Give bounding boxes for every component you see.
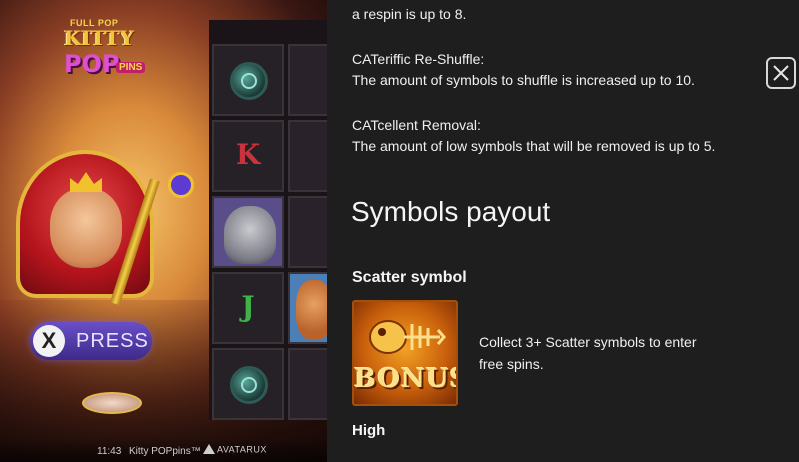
- reshuffle-title: CATeriffic Re-Shuffle:: [352, 51, 485, 67]
- provider-name: AVATARUX: [217, 444, 267, 455]
- logo-line-4: PINS: [116, 62, 146, 73]
- scepter-gem: [168, 172, 194, 198]
- scatter-symbol-title: Scatter symbol: [352, 269, 467, 286]
- pedestal: [82, 392, 142, 414]
- orb-symbol: [230, 62, 268, 100]
- close-icon: [773, 65, 789, 81]
- reshuffle-description: The amount of symbols to shuffle is incr…: [352, 72, 695, 88]
- removal-description: The amount of low symbols that will be r…: [352, 138, 716, 154]
- reel-cell-partial: [288, 44, 327, 116]
- reel-cell-partial: [288, 120, 327, 192]
- provider-triangle-icon: [203, 444, 215, 455]
- j-symbol: J: [241, 290, 255, 323]
- orb-symbol: [230, 366, 268, 404]
- close-button[interactable]: [766, 57, 796, 89]
- orange-cat-symbol: [296, 280, 327, 340]
- respin-tail-text: a respin is up to 8.: [352, 6, 467, 22]
- status-bar: 11:43 Kitty POPpins™ AVATARUX: [0, 438, 327, 462]
- scatter-description-line-2: free spins.: [479, 356, 544, 372]
- logo-line-2: KITTY: [64, 26, 135, 50]
- logo-line-3: POP: [64, 50, 120, 78]
- xpress-label: PRESS: [76, 330, 149, 352]
- xpress-button[interactable]: X PRESS: [30, 322, 152, 360]
- section-heading: Symbols payout: [351, 196, 551, 227]
- reel-cell-orb: [212, 44, 284, 116]
- king-cat-character: [50, 188, 122, 268]
- removal-title: CATcellent Removal:: [352, 117, 481, 133]
- game-view: FULL POP KITTY POP PINS X PRESS K J 11:4…: [0, 0, 327, 462]
- bonus-symbol-text: BONUS: [354, 364, 458, 394]
- reel-cell-partial: [288, 196, 327, 268]
- bonus-scatter-symbol: BONUS: [352, 300, 458, 406]
- high-symbols-title: High: [352, 422, 386, 439]
- clock-time: 11:43: [97, 446, 122, 457]
- reel-cell-partial-cat: [288, 272, 327, 344]
- reel-cell-cat: [212, 196, 284, 268]
- fish-bone-icon: [369, 320, 446, 354]
- provider-logo: AVATARUX: [203, 444, 267, 455]
- k-symbol: K: [235, 138, 261, 171]
- scatter-description-line-1: Collect 3+ Scatter symbols to enter: [479, 334, 697, 350]
- reel-cell-k: K: [212, 120, 284, 192]
- grey-cat-symbol: [224, 206, 276, 264]
- xpress-x-icon: X: [33, 325, 65, 357]
- game-title: Kitty POPpins™: [129, 446, 201, 457]
- reel-cell-j: J: [212, 272, 284, 344]
- reel-cell-orb-2: [212, 348, 284, 420]
- reel-cell-partial: [288, 348, 327, 420]
- reel-grid: K J: [209, 20, 327, 420]
- paytable-panel: a respin is up to 8. CATeriffic Re-Shuff…: [327, 0, 799, 462]
- game-logo: FULL POP KITTY POP PINS: [58, 18, 158, 88]
